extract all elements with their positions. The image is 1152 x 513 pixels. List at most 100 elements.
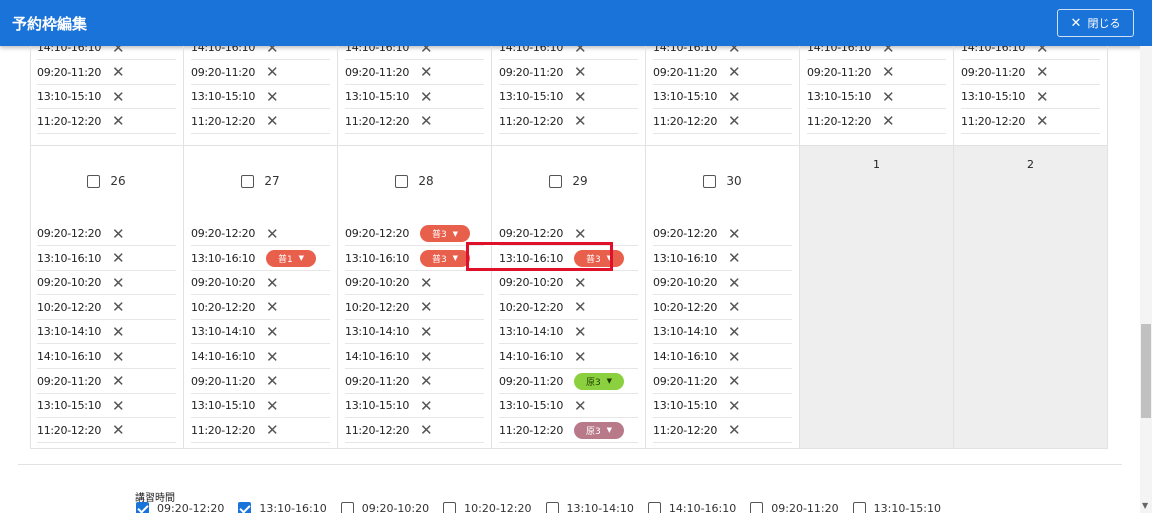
lecture-time-option[interactable]: 09:20-11:20 [750, 502, 839, 513]
vertical-scrollbar[interactable]: ▼ [1140, 46, 1152, 513]
x-icon[interactable]: ✕ [112, 372, 132, 390]
x-icon[interactable]: ✕ [1036, 46, 1056, 57]
x-icon[interactable]: ✕ [1036, 88, 1056, 106]
lecture-time-option[interactable]: 09:20-12:20 [136, 502, 224, 513]
x-icon[interactable]: ✕ [420, 46, 440, 57]
x-icon[interactable]: ✕ [266, 298, 286, 316]
x-icon[interactable]: ✕ [266, 397, 286, 415]
x-icon[interactable]: ✕ [266, 63, 286, 81]
scroll-down-icon[interactable]: ▼ [1142, 501, 1148, 510]
day-checkbox[interactable] [241, 174, 255, 188]
checkbox-icon[interactable] [750, 502, 764, 513]
x-icon[interactable]: ✕ [420, 63, 440, 81]
x-icon[interactable]: ✕ [266, 372, 286, 390]
lecture-time-option[interactable]: 13:10-14:10 [545, 502, 634, 513]
checkbox-icon[interactable] [545, 502, 559, 513]
checkbox-icon[interactable] [238, 502, 252, 513]
lecture-time-option[interactable]: 13:10-15:10 [852, 502, 941, 513]
slot-time: 09:20-10:20 [345, 276, 410, 290]
x-icon[interactable]: ✕ [728, 46, 748, 57]
x-icon[interactable]: ✕ [574, 274, 594, 292]
x-icon[interactable]: ✕ [112, 225, 132, 243]
x-icon[interactable]: ✕ [574, 348, 594, 366]
x-icon[interactable]: ✕ [574, 63, 594, 81]
x-icon[interactable]: ✕ [882, 46, 902, 57]
x-icon[interactable]: ✕ [112, 249, 132, 267]
day-checkbox[interactable] [87, 174, 101, 188]
lecture-time-option[interactable]: 14:10-16:10 [647, 502, 736, 513]
x-icon[interactable]: ✕ [574, 323, 594, 341]
x-icon[interactable]: ✕ [112, 421, 132, 439]
day-checkbox[interactable] [703, 174, 717, 188]
slot-status-dropdown[interactable]: 原3 ▼ [574, 421, 624, 439]
x-icon[interactable]: ✕ [420, 323, 440, 341]
x-icon[interactable]: ✕ [266, 225, 286, 243]
x-icon[interactable]: ✕ [112, 348, 132, 366]
slot-status-dropdown[interactable]: 原3 ▼ [574, 372, 624, 390]
x-icon[interactable]: ✕ [266, 421, 286, 439]
x-icon[interactable]: ✕ [1036, 63, 1056, 81]
x-icon[interactable]: ✕ [266, 46, 286, 57]
x-icon[interactable]: ✕ [728, 225, 748, 243]
x-icon[interactable]: ✕ [728, 88, 748, 106]
x-icon[interactable]: ✕ [112, 46, 132, 57]
x-icon[interactable]: ✕ [420, 397, 440, 415]
x-icon[interactable]: ✕ [112, 88, 132, 106]
checkbox-icon[interactable] [647, 502, 661, 513]
checkbox-icon[interactable] [852, 502, 866, 513]
day-checkbox[interactable] [549, 174, 563, 188]
checkbox-icon[interactable] [443, 502, 457, 513]
x-icon[interactable]: ✕ [574, 46, 594, 57]
x-icon[interactable]: ✕ [574, 397, 594, 415]
checkbox-icon[interactable] [136, 502, 149, 513]
x-icon[interactable]: ✕ [420, 421, 440, 439]
checkbox-icon[interactable] [340, 502, 354, 513]
x-icon[interactable]: ✕ [112, 298, 132, 316]
x-icon[interactable]: ✕ [728, 274, 748, 292]
x-icon[interactable]: ✕ [266, 88, 286, 106]
x-icon[interactable]: ✕ [112, 63, 132, 81]
x-icon[interactable]: ✕ [420, 274, 440, 292]
x-icon[interactable]: ✕ [728, 112, 748, 130]
x-icon[interactable]: ✕ [728, 372, 748, 390]
x-icon[interactable]: ✕ [728, 397, 748, 415]
x-icon[interactable]: ✕ [266, 112, 286, 130]
x-icon[interactable]: ✕ [728, 348, 748, 366]
x-icon[interactable]: ✕ [728, 323, 748, 341]
x-icon[interactable]: ✕ [420, 112, 440, 130]
x-icon[interactable]: ✕ [1036, 112, 1056, 130]
calendar-scroll-area[interactable]: 14:10-16:10 ✕ 09:20-11:20 ✕ 13:10-15:10 ✕ 11:2… [0, 46, 1140, 513]
x-icon[interactable]: ✕ [420, 348, 440, 366]
x-icon[interactable]: ✕ [728, 421, 748, 439]
lecture-time-option[interactable]: 09:20-10:20 [340, 502, 429, 513]
x-icon[interactable]: ✕ [882, 112, 902, 130]
slot-status-dropdown[interactable]: 普1 ▼ [266, 249, 316, 267]
x-icon[interactable]: ✕ [112, 112, 132, 130]
slot-status-dropdown[interactable]: 普3 ▼ [420, 249, 470, 267]
x-icon[interactable]: ✕ [266, 348, 286, 366]
close-button[interactable]: ✕ 閉じる [1057, 9, 1134, 37]
x-icon[interactable]: ✕ [112, 397, 132, 415]
x-icon[interactable]: ✕ [728, 249, 748, 267]
scrollbar-thumb[interactable] [1141, 324, 1151, 418]
day-checkbox[interactable] [395, 174, 409, 188]
x-icon[interactable]: ✕ [574, 88, 594, 106]
x-icon[interactable]: ✕ [420, 372, 440, 390]
x-icon[interactable]: ✕ [728, 63, 748, 81]
x-icon[interactable]: ✕ [882, 88, 902, 106]
x-icon[interactable]: ✕ [266, 323, 286, 341]
x-icon[interactable]: ✕ [728, 298, 748, 316]
x-icon[interactable]: ✕ [882, 63, 902, 81]
slot-status-dropdown[interactable]: 普3 ▼ [420, 225, 470, 242]
lecture-time-option[interactable]: 10:20-12:20 [443, 502, 532, 513]
x-icon[interactable]: ✕ [266, 274, 286, 292]
x-icon[interactable]: ✕ [112, 274, 132, 292]
x-icon[interactable]: ✕ [112, 323, 132, 341]
x-icon[interactable]: ✕ [574, 112, 594, 130]
caret-down-icon: ▼ [606, 426, 613, 435]
x-icon[interactable]: ✕ [420, 88, 440, 106]
x-icon[interactable]: ✕ [574, 225, 594, 243]
x-icon[interactable]: ✕ [574, 298, 594, 316]
lecture-time-option[interactable]: 13:10-16:10 [238, 502, 327, 513]
x-icon[interactable]: ✕ [420, 298, 440, 316]
